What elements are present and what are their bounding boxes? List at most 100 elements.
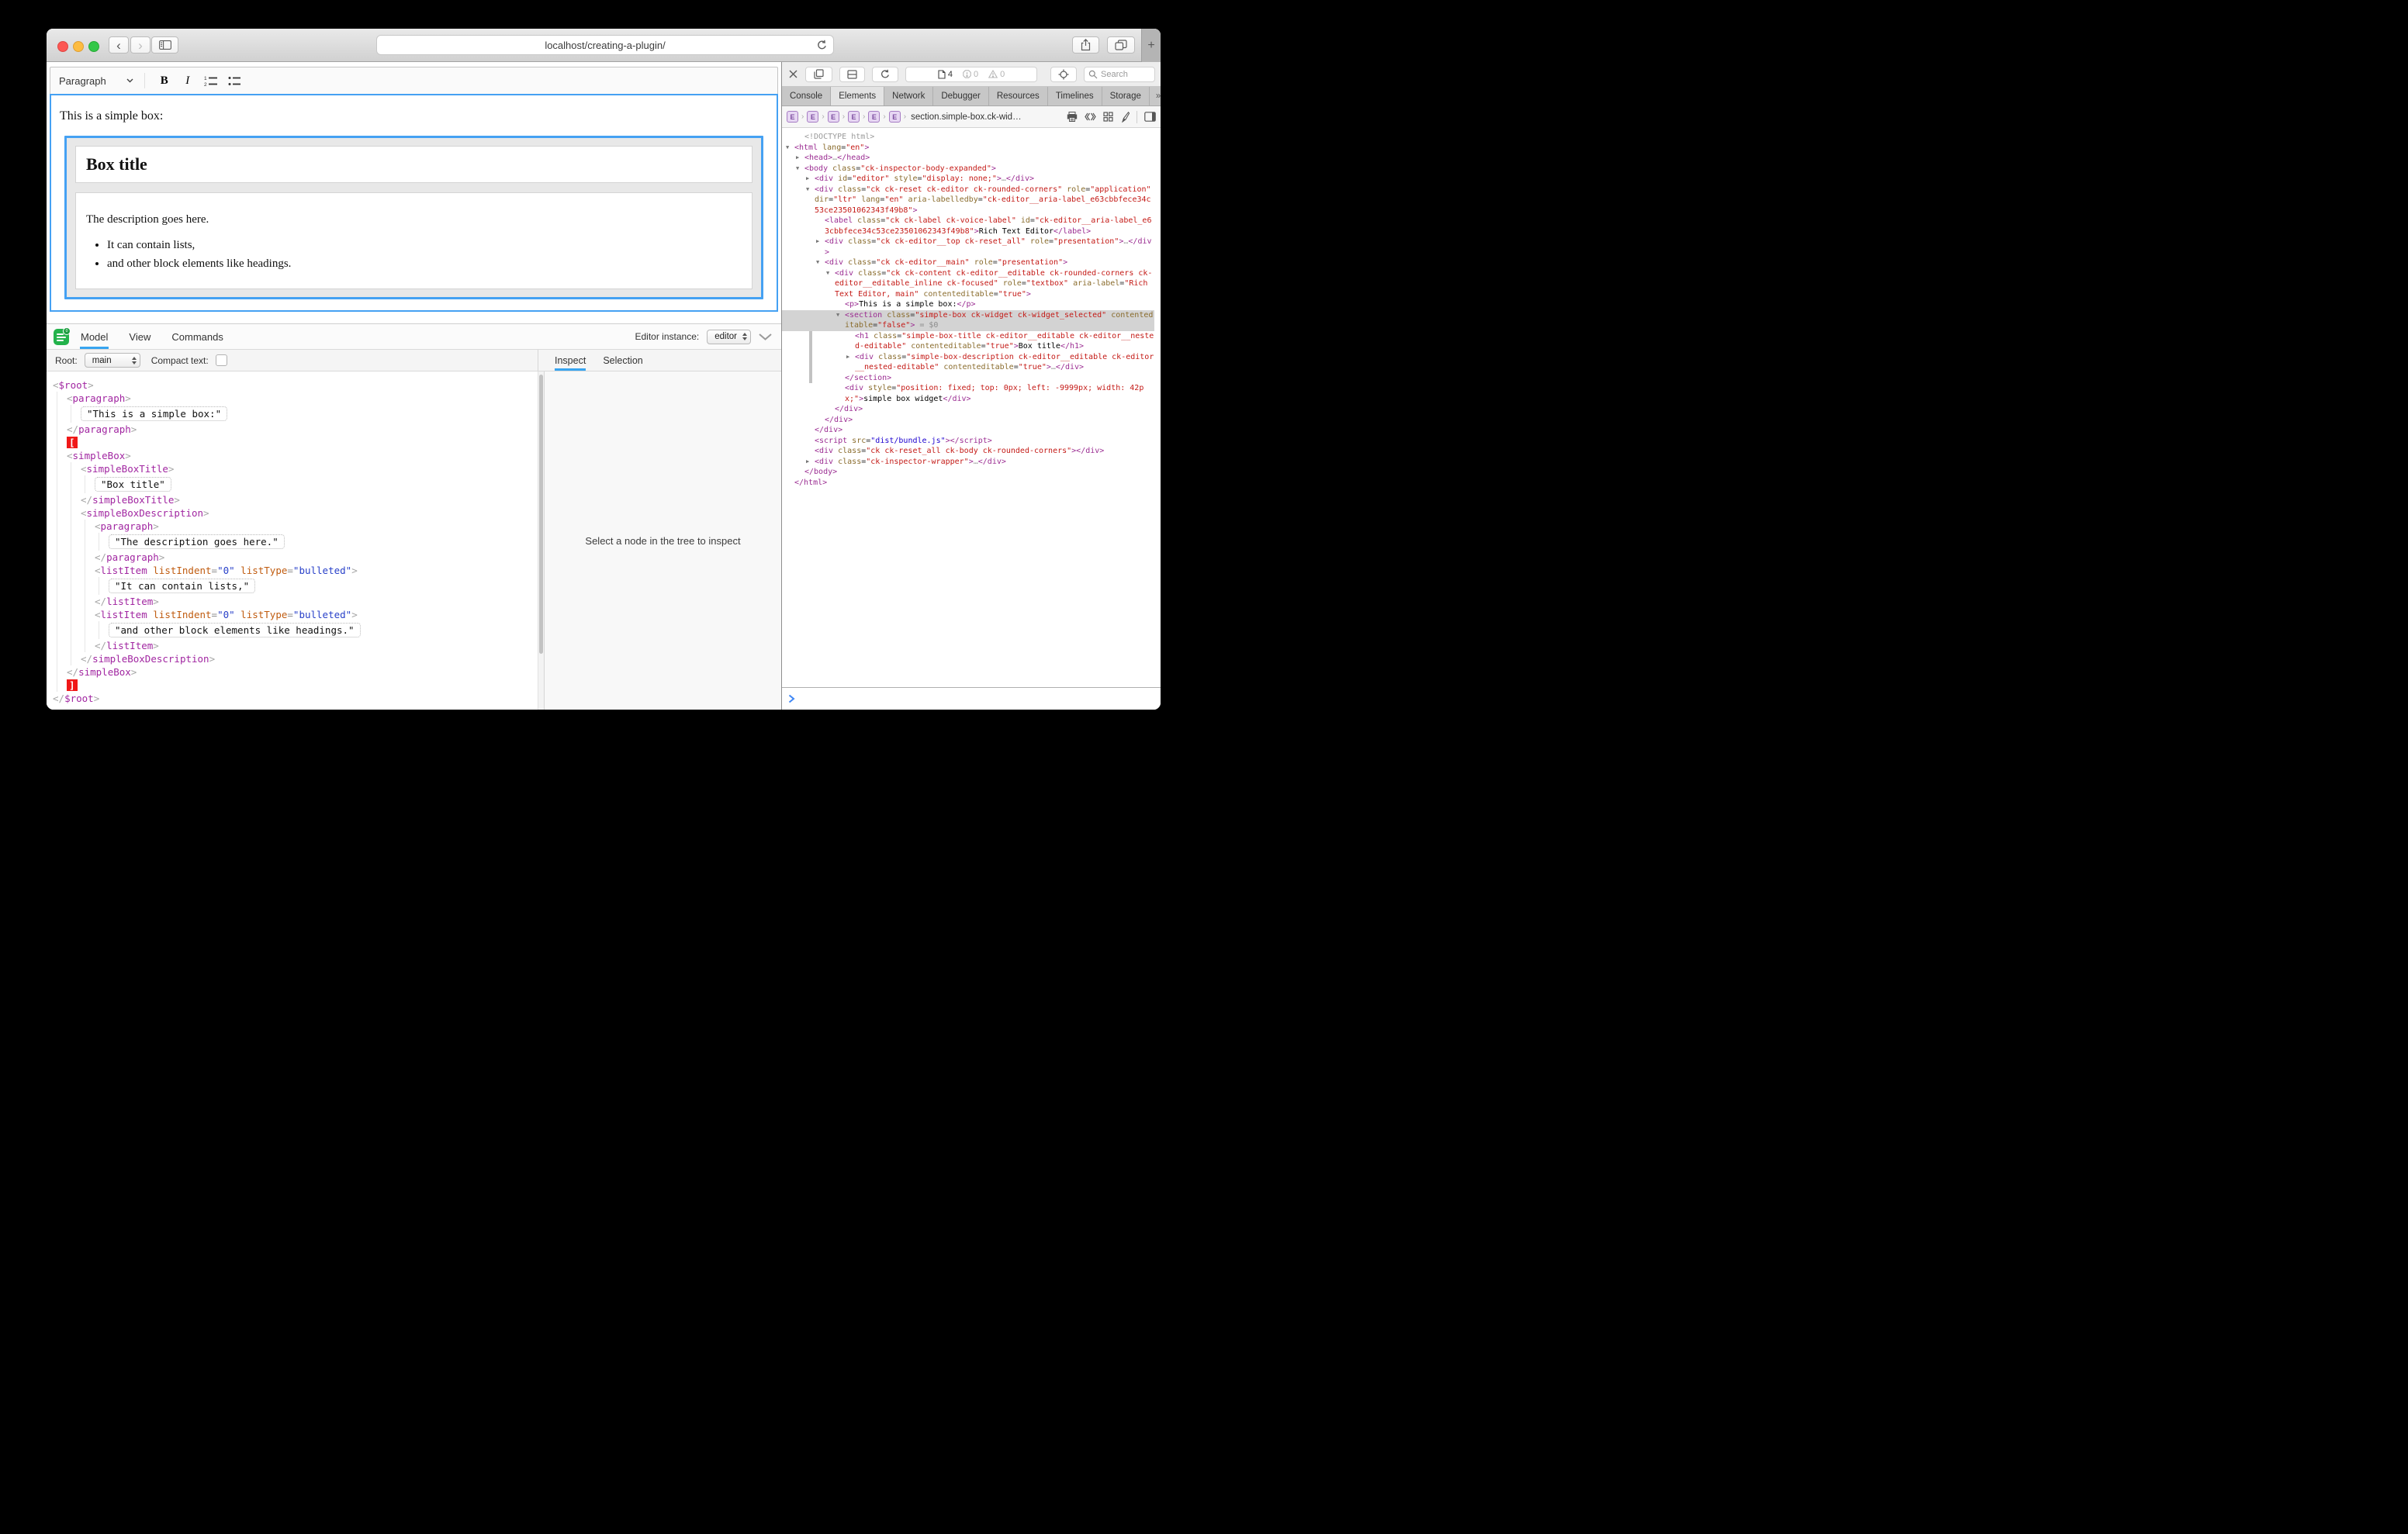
details-sidebar-toggle-icon[interactable] — [1144, 112, 1156, 122]
sidebar-toggle-button[interactable] — [151, 36, 178, 54]
devtools-tab-network[interactable]: Network — [884, 87, 933, 105]
model-text-node[interactable]: "and other block elements like headings.… — [109, 623, 361, 637]
model-tree-line[interactable]: "and other block elements like headings.… — [109, 621, 527, 639]
model-tree-line[interactable]: <listItem listIndent="0" listType="bulle… — [95, 608, 527, 621]
model-tree-line[interactable]: ] — [67, 679, 527, 692]
disclosure-expanded-icon[interactable]: ▼ — [816, 257, 825, 268]
breadcrumb-current[interactable]: section.simple-box.ck-wid… — [911, 112, 1064, 122]
model-tree-line[interactable]: <listItem listIndent="0" listType="bulle… — [95, 564, 527, 577]
model-tree-line[interactable]: </simpleBoxTitle> — [81, 493, 527, 506]
new-tab-button[interactable]: + — [1141, 29, 1161, 62]
dom-tree-line[interactable]: ▶<div id="editor" style="display: none;"… — [782, 174, 1154, 185]
dom-tree-line[interactable]: ▼<div class="ck ck-reset ck-editor ck-ro… — [782, 185, 1154, 216]
dom-tree-line[interactable]: </html> — [782, 478, 1154, 489]
inspector-tab-model[interactable]: Model — [80, 324, 109, 349]
dom-tree-line[interactable]: <div class="ck ck-reset_all ck-body ck-r… — [782, 446, 1154, 457]
description-list[interactable]: It can contain lists, and other block ele… — [86, 239, 742, 271]
dom-tree-line[interactable]: ▼<html lang="en"> — [782, 143, 1154, 154]
model-tree-line[interactable]: <paragraph> — [95, 520, 527, 533]
dom-tree-line[interactable]: </div> — [782, 415, 1154, 426]
editor-instance-select[interactable]: editor — [707, 330, 751, 344]
model-tree-line[interactable]: "The description goes here." — [109, 533, 527, 551]
dom-tree-line[interactable]: </section> — [782, 373, 1154, 384]
breadcrumb-element-icon[interactable]: E — [868, 111, 880, 123]
disclosure-collapsed-icon[interactable]: ▶ — [796, 153, 804, 164]
disclosure-collapsed-icon[interactable]: ▶ — [816, 237, 825, 247]
model-tree-scrollbar[interactable] — [538, 371, 544, 710]
model-tree-line[interactable]: <simpleBox> — [67, 449, 527, 462]
forward-button[interactable]: › — [130, 36, 150, 54]
model-tree-line[interactable]: </$root> — [53, 692, 527, 705]
close-devtools-button[interactable] — [787, 70, 798, 78]
devtools-tab-elements[interactable]: Elements — [831, 87, 884, 105]
inspector-tab-view[interactable]: View — [128, 324, 151, 349]
dom-tree-line[interactable]: ▼<section class="simple-box ck-widget ck… — [782, 310, 1154, 331]
disclosure-expanded-icon[interactable]: ▼ — [826, 268, 835, 279]
element-picker-button[interactable] — [1050, 67, 1077, 82]
intro-paragraph[interactable]: This is a simple box: — [60, 109, 768, 123]
breadcrumb-element-icon[interactable]: E — [828, 111, 839, 123]
model-tree-line[interactable]: </paragraph> — [67, 423, 527, 436]
model-text-node[interactable]: "Box title" — [95, 477, 171, 492]
model-tree-line[interactable]: </simpleBox> — [67, 665, 527, 679]
devtools-tab-timelines[interactable]: Timelines — [1048, 87, 1102, 105]
bold-button[interactable]: B — [153, 71, 176, 91]
model-text-node[interactable]: "The description goes here." — [109, 534, 285, 549]
model-text-node[interactable]: "It can contain lists," — [109, 579, 255, 593]
list-item[interactable]: It can contain lists, — [107, 239, 742, 252]
breadcrumb-element-icon[interactable]: E — [848, 111, 860, 123]
split-console-button[interactable] — [839, 67, 865, 82]
model-tree-line[interactable]: "Box title" — [95, 475, 527, 493]
dom-tree-line[interactable]: ▼<body class="ck-inspector-body-expanded… — [782, 164, 1154, 174]
tab-overview-button[interactable] — [1107, 36, 1135, 54]
share-button[interactable] — [1072, 36, 1099, 54]
model-tree-line[interactable]: <paragraph> — [67, 392, 527, 405]
breadcrumb-element-icon[interactable]: E — [787, 111, 798, 123]
dom-tree-line[interactable]: <div style="position: fixed; top: 0px; l… — [782, 383, 1154, 404]
list-item[interactable]: and other block elements like headings. — [107, 257, 742, 271]
model-tree-line[interactable]: "It can contain lists," — [109, 577, 527, 595]
disclosure-collapsed-icon[interactable]: ▶ — [806, 174, 815, 185]
source-code-icon[interactable] — [1085, 112, 1096, 121]
layout-grid-icon[interactable] — [1103, 112, 1113, 122]
model-tree-line[interactable]: </listItem> — [95, 639, 527, 652]
disclosure-expanded-icon[interactable]: ▼ — [786, 143, 794, 154]
minimize-window-button[interactable] — [73, 41, 84, 52]
devtools-search-field[interactable]: Search — [1084, 67, 1155, 82]
model-tree-line[interactable]: <simpleBoxDescription> — [81, 506, 527, 520]
dom-tree-line[interactable]: ▼<div class="ck ck-content ck-editor__ed… — [782, 268, 1154, 300]
model-tree-line[interactable]: </simpleBoxDescription> — [81, 652, 527, 665]
pane-tab-inspect[interactable]: Inspect — [555, 350, 586, 371]
reload-icon[interactable] — [816, 40, 828, 51]
print-styles-icon[interactable] — [1067, 112, 1078, 122]
dock-side-button[interactable] — [805, 67, 832, 82]
dom-tree-line[interactable]: ▶<div class="ck ck-editor__top ck-reset_… — [782, 237, 1154, 257]
more-tabs-button[interactable]: » — [1150, 87, 1161, 105]
dom-tree-line[interactable]: <!DOCTYPE html> — [782, 132, 1154, 143]
dom-tree-line[interactable]: ▶<div class="simple-box-description ck-e… — [782, 352, 1154, 373]
simple-box-description[interactable]: The description goes here. It can contai… — [75, 192, 752, 289]
model-tree-line[interactable]: <$root> — [53, 378, 527, 392]
dom-tree-line[interactable]: <script src="dist/bundle.js"></script> — [782, 436, 1154, 447]
titlebar[interactable]: ‹ › localhost/creating-a-plugin/ — [47, 29, 1161, 62]
address-bar[interactable]: localhost/creating-a-plugin/ — [376, 35, 834, 55]
devtools-tab-storage[interactable]: Storage — [1102, 87, 1150, 105]
model-tree-line[interactable]: "This is a simple box:" — [81, 405, 527, 423]
dom-tree-line[interactable]: </div> — [782, 404, 1154, 415]
resource-summary[interactable]: 4 0 0 — [905, 67, 1037, 82]
dom-tree-line[interactable]: </div> — [782, 425, 1154, 436]
inspector-tab-commands[interactable]: Commands — [171, 324, 223, 349]
rich-text-editable[interactable]: This is a simple box: Box title The desc… — [50, 94, 778, 312]
compact-text-checkbox[interactable] — [216, 354, 227, 366]
numbered-list-button[interactable]: 1 2 — [199, 71, 223, 91]
zoom-window-button[interactable] — [88, 41, 99, 52]
quick-console[interactable] — [782, 687, 1161, 710]
description-paragraph[interactable]: The description goes here. — [86, 213, 742, 226]
dom-tree-line[interactable]: <p>This is a simple box:</p> — [782, 299, 1154, 310]
devtools-tab-resources[interactable]: Resources — [989, 87, 1048, 105]
devtools-tab-console[interactable]: Console — [782, 87, 831, 105]
pane-tab-selection[interactable]: Selection — [603, 350, 642, 371]
breadcrumb-element-icon[interactable]: E — [807, 111, 818, 123]
model-tree-line[interactable]: </paragraph> — [95, 551, 527, 564]
italic-button[interactable]: I — [176, 71, 199, 91]
